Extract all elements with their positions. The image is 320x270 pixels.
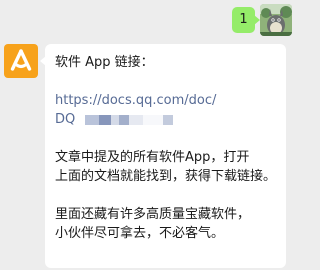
docs-link[interactable]: https://docs.qq.com/doc/ xyxy=(55,91,278,110)
paragraph-1-line-1: 文章中提及的所有软件App，打开 xyxy=(55,150,250,165)
paragraph-1-line-2: 上面的文档就能找到，获得下载链接。 xyxy=(55,169,277,184)
redacted-mosaic xyxy=(85,114,174,125)
paragraph-2-line-2: 小伙伴尽可拿去，不必客气。 xyxy=(55,226,225,241)
user-avatar[interactable] xyxy=(260,4,292,36)
docs-link-continued[interactable]: DQ xyxy=(55,110,278,129)
message-title: 软件 App 链接： xyxy=(55,55,154,70)
outgoing-message-text: 1 xyxy=(239,12,248,27)
docs-link-prefix: DQ xyxy=(55,112,76,127)
incoming-message-bubble[interactable]: 软件 App 链接： https://docs.qq.com/doc/ DQ 文… xyxy=(40,44,286,268)
totoro-avatar-icon xyxy=(260,4,292,36)
app-logo-icon xyxy=(10,49,32,71)
sender-avatar[interactable] xyxy=(4,44,38,78)
paragraph-2-line-1: 里面还藏有许多高质量宝藏软件， xyxy=(55,207,251,222)
outgoing-message-bubble[interactable]: 1 xyxy=(232,7,260,33)
